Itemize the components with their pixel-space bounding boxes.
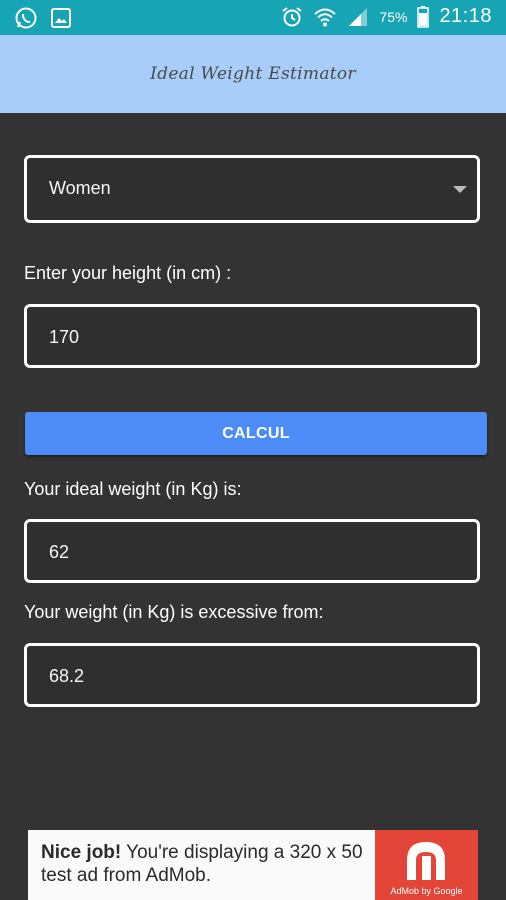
gender-selected-value: Women: [49, 178, 111, 198]
ideal-weight-label: Your ideal weight (in Kg) is:: [24, 479, 242, 499]
signal-icon: [347, 6, 369, 28]
excess-weight-value: 68.2: [49, 666, 85, 686]
admob-logo: AdMob by Google: [375, 830, 478, 900]
clock: 21:18: [439, 5, 492, 27]
status-bar: 75% 21:18: [0, 0, 506, 35]
whatsapp-icon: [14, 6, 38, 30]
admob-brand-caption: AdMob by Google: [390, 886, 463, 896]
ad-bold-text: Nice job!: [41, 842, 122, 863]
ideal-weight-field: 62: [24, 519, 480, 583]
excess-weight-label: Your weight (in Kg) is excessive from:: [24, 602, 324, 622]
excess-weight-field: 68.2: [24, 643, 480, 707]
wifi-icon: [313, 6, 337, 28]
app-bar: Ideal Weight Estimator: [0, 35, 506, 113]
calcul-button[interactable]: CALCUL: [25, 412, 487, 455]
dropdown-caret-icon: [453, 186, 467, 193]
height-input[interactable]: 170: [24, 304, 480, 368]
gender-dropdown[interactable]: Women: [24, 155, 480, 223]
app-title: Ideal Weight Estimator: [150, 64, 356, 84]
battery-icon: [417, 5, 430, 28]
ad-banner[interactable]: Nice job! You're displaying a 320 x 50 t…: [28, 830, 478, 900]
alarm-icon: [281, 6, 303, 28]
ad-text: Nice job! You're displaying a 320 x 50 t…: [41, 841, 376, 887]
height-label: Enter your height (in cm) :: [24, 263, 232, 283]
height-input-value: 170: [49, 327, 80, 347]
gallery-icon: [50, 6, 72, 30]
battery-percent: 75%: [379, 8, 408, 25]
ideal-weight-value: 62: [49, 542, 70, 562]
